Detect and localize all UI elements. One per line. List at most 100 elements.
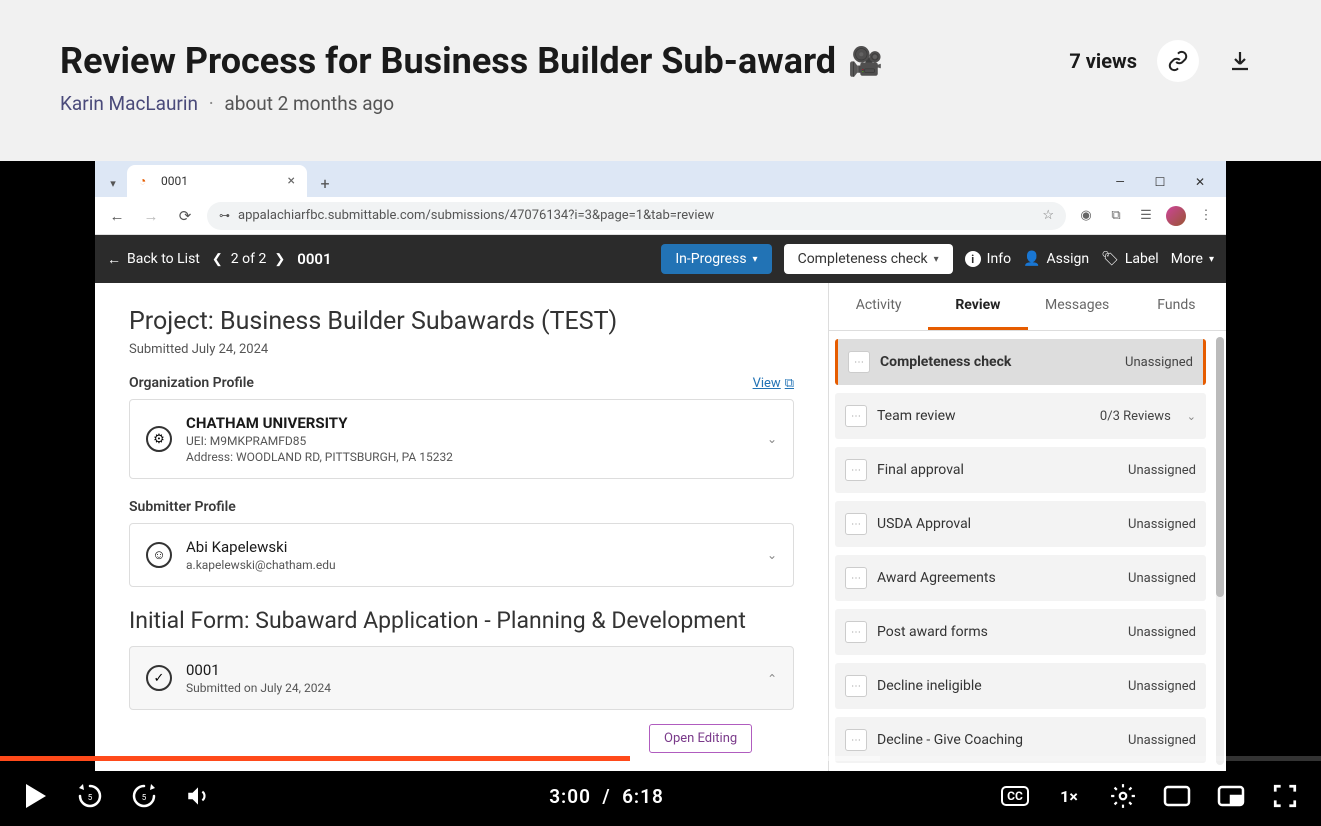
progress-bar[interactable] <box>0 756 1321 761</box>
captions-button[interactable]: CC <box>999 780 1031 812</box>
minimize-icon[interactable]: — <box>1102 167 1138 197</box>
maximize-icon[interactable]: ☐ <box>1142 167 1178 197</box>
pager-next-icon[interactable]: ❯ <box>274 252 285 267</box>
info-button[interactable]: i Info <box>965 251 1011 267</box>
tab-bar: ▾ ◔ 0001 × + — ☐ ✕ <box>95 161 1226 197</box>
review-item-name: Post award forms <box>877 624 1118 640</box>
review-item-completeness[interactable]: ⋯ Completeness check Unassigned <box>835 339 1206 385</box>
page-header: Review Process for Business Builder Sub-… <box>0 0 1321 145</box>
review-item-award-agreements[interactable]: ⋯ Award Agreements Unassigned <box>835 555 1206 601</box>
pager-text: 2 of 2 <box>231 251 267 267</box>
review-item-team[interactable]: ⋯ Team review 0/3 Reviews ⌄ <box>835 393 1206 439</box>
pip-button[interactable] <box>1215 780 1247 812</box>
status-label: In-Progress <box>675 251 746 267</box>
camera-icon: 🎥 <box>848 45 883 78</box>
browser-tab[interactable]: ◔ 0001 × <box>127 165 307 197</box>
submission-id: 0001 <box>297 250 331 268</box>
forward-icon[interactable]: → <box>139 204 163 228</box>
view-org-link[interactable]: View ⧉ <box>753 376 794 391</box>
time-ago: about 2 months ago <box>224 92 394 115</box>
review-item-name: Final approval <box>877 462 1118 478</box>
side-panel-icon[interactable]: ☰ <box>1136 206 1156 226</box>
back-icon[interactable]: ← <box>105 204 129 228</box>
review-item-name: Decline ineligible <box>877 678 1118 694</box>
author-name[interactable]: Karin MacLaurin <box>60 92 198 115</box>
project-title: Project: Business Builder Subawards (TES… <box>129 307 794 336</box>
label-label: Label <box>1125 251 1159 267</box>
org-uei: UEI: M9MKPRAMFD85 <box>186 434 753 448</box>
pager-prev-icon[interactable]: ❮ <box>212 252 223 267</box>
address-bar: ← → ⟳ ⊶ appalachiarfbc.submittable.com/s… <box>95 197 1226 235</box>
tab-activity[interactable]: Activity <box>829 283 928 330</box>
tab-dropdown-icon[interactable]: ▾ <box>99 169 127 197</box>
chevron-down-icon[interactable]: ⌄ <box>1187 410 1196 423</box>
review-item-usda[interactable]: ⋯ USDA Approval Unassigned <box>835 501 1206 547</box>
profile-avatar[interactable] <box>1166 206 1186 226</box>
org-section-label: Organization Profile View ⧉ <box>129 375 794 391</box>
share-link-button[interactable] <box>1157 40 1199 82</box>
drag-handle-icon[interactable]: ⋯ <box>845 405 867 427</box>
org-card[interactable]: ⚙ CHATHAM UNIVERSITY UEI: M9MKPRAMFD85 A… <box>129 399 794 479</box>
close-tab-icon[interactable]: × <box>288 173 295 189</box>
drag-handle-icon[interactable]: ⋯ <box>848 351 870 373</box>
drag-handle-icon[interactable]: ⋯ <box>845 459 867 481</box>
stage-dropdown[interactable]: Completeness check ▾ <box>784 244 953 274</box>
favicon-icon: ◔ <box>139 174 153 188</box>
submitter-section-label: Submitter Profile <box>129 499 794 515</box>
skip-forward-button[interactable]: 5 <box>128 780 160 812</box>
extension-icon-1[interactable]: ◉ <box>1076 206 1096 226</box>
header-left: Review Process for Business Builder Sub-… <box>60 40 1069 115</box>
chevron-down-icon: ⌄ <box>767 432 777 446</box>
fullscreen-button[interactable] <box>1269 780 1301 812</box>
reload-icon[interactable]: ⟳ <box>173 204 197 228</box>
chevron-down-icon: ⌄ <box>767 548 777 562</box>
scrollbar-thumb[interactable] <box>1216 337 1224 597</box>
drag-handle-icon[interactable]: ⋯ <box>845 621 867 643</box>
volume-button[interactable] <box>182 780 214 812</box>
theater-button[interactable] <box>1161 780 1193 812</box>
back-to-list-button[interactable]: ← Back to List <box>107 251 200 268</box>
drag-handle-icon[interactable]: ⋯ <box>845 567 867 589</box>
tab-funds[interactable]: Funds <box>1127 283 1226 330</box>
bookmark-icon[interactable]: ☆ <box>1042 208 1054 223</box>
assign-button[interactable]: 👤 Assign <box>1023 251 1089 267</box>
status-dropdown[interactable]: In-Progress ▾ <box>661 244 771 274</box>
close-window-icon[interactable]: ✕ <box>1182 167 1218 197</box>
arrow-left-icon: ← <box>107 251 121 268</box>
extensions-icon[interactable]: ⧉ <box>1106 206 1126 226</box>
drag-handle-icon[interactable]: ⋯ <box>845 513 867 535</box>
more-dropdown[interactable]: More ▾ <box>1171 251 1214 267</box>
play-button[interactable] <box>20 780 52 812</box>
speed-button[interactable]: 1× <box>1053 780 1085 812</box>
submitted-date: Submitted July 24, 2024 <box>129 342 794 357</box>
kebab-menu-icon[interactable]: ⋮ <box>1196 206 1216 226</box>
skip-back-button[interactable]: 5 <box>74 780 106 812</box>
submitter-card[interactable]: ☺ Abi Kapelewski a.kapelewski@chatham.ed… <box>129 523 794 587</box>
review-item-final[interactable]: ⋯ Final approval Unassigned <box>835 447 1206 493</box>
url-input[interactable]: ⊶ appalachiarfbc.submittable.com/submiss… <box>207 202 1066 230</box>
review-item-decline-ineligible[interactable]: ⋯ Decline ineligible Unassigned <box>835 663 1206 709</box>
tab-review[interactable]: Review <box>928 283 1027 330</box>
review-item-status: Unassigned <box>1128 733 1196 748</box>
form-card[interactable]: ✓ 0001 Submitted on July 24, 2024 ⌄ <box>129 646 794 710</box>
right-tabs: Activity Review Messages Funds <box>829 283 1226 331</box>
review-item-post-award[interactable]: ⋯ Post award forms Unassigned <box>835 609 1206 655</box>
open-editing-button[interactable]: Open Editing <box>649 724 752 753</box>
label-button[interactable]: 🏷 Label <box>1101 251 1159 267</box>
download-button[interactable] <box>1219 40 1261 82</box>
app-body: Project: Business Builder Subawards (TES… <box>95 283 1226 771</box>
video-controls: 5 5 3:00 / 6:18 CC 1× <box>0 766 1321 826</box>
review-item-name: Completeness check <box>880 354 1115 370</box>
header-right: 7 views <box>1069 40 1261 82</box>
tab-messages[interactable]: Messages <box>1028 283 1127 330</box>
review-item-name: Decline - Give Coaching <box>877 732 1118 748</box>
site-info-icon[interactable]: ⊶ <box>219 209 230 222</box>
drag-handle-icon[interactable]: ⋯ <box>845 675 867 697</box>
right-pane: Activity Review Messages Funds ⋯ Complet… <box>828 283 1226 771</box>
drag-handle-icon[interactable]: ⋯ <box>845 729 867 751</box>
browser-window: ▾ ◔ 0001 × + — ☐ ✕ ← → ⟳ ⊶ appalachiarfb… <box>95 161 1226 771</box>
settings-button[interactable] <box>1107 780 1139 812</box>
back-to-list-label: Back to List <box>127 251 200 267</box>
submitter-email: a.kapelewski@chatham.edu <box>186 558 753 572</box>
new-tab-button[interactable]: + <box>311 169 339 197</box>
